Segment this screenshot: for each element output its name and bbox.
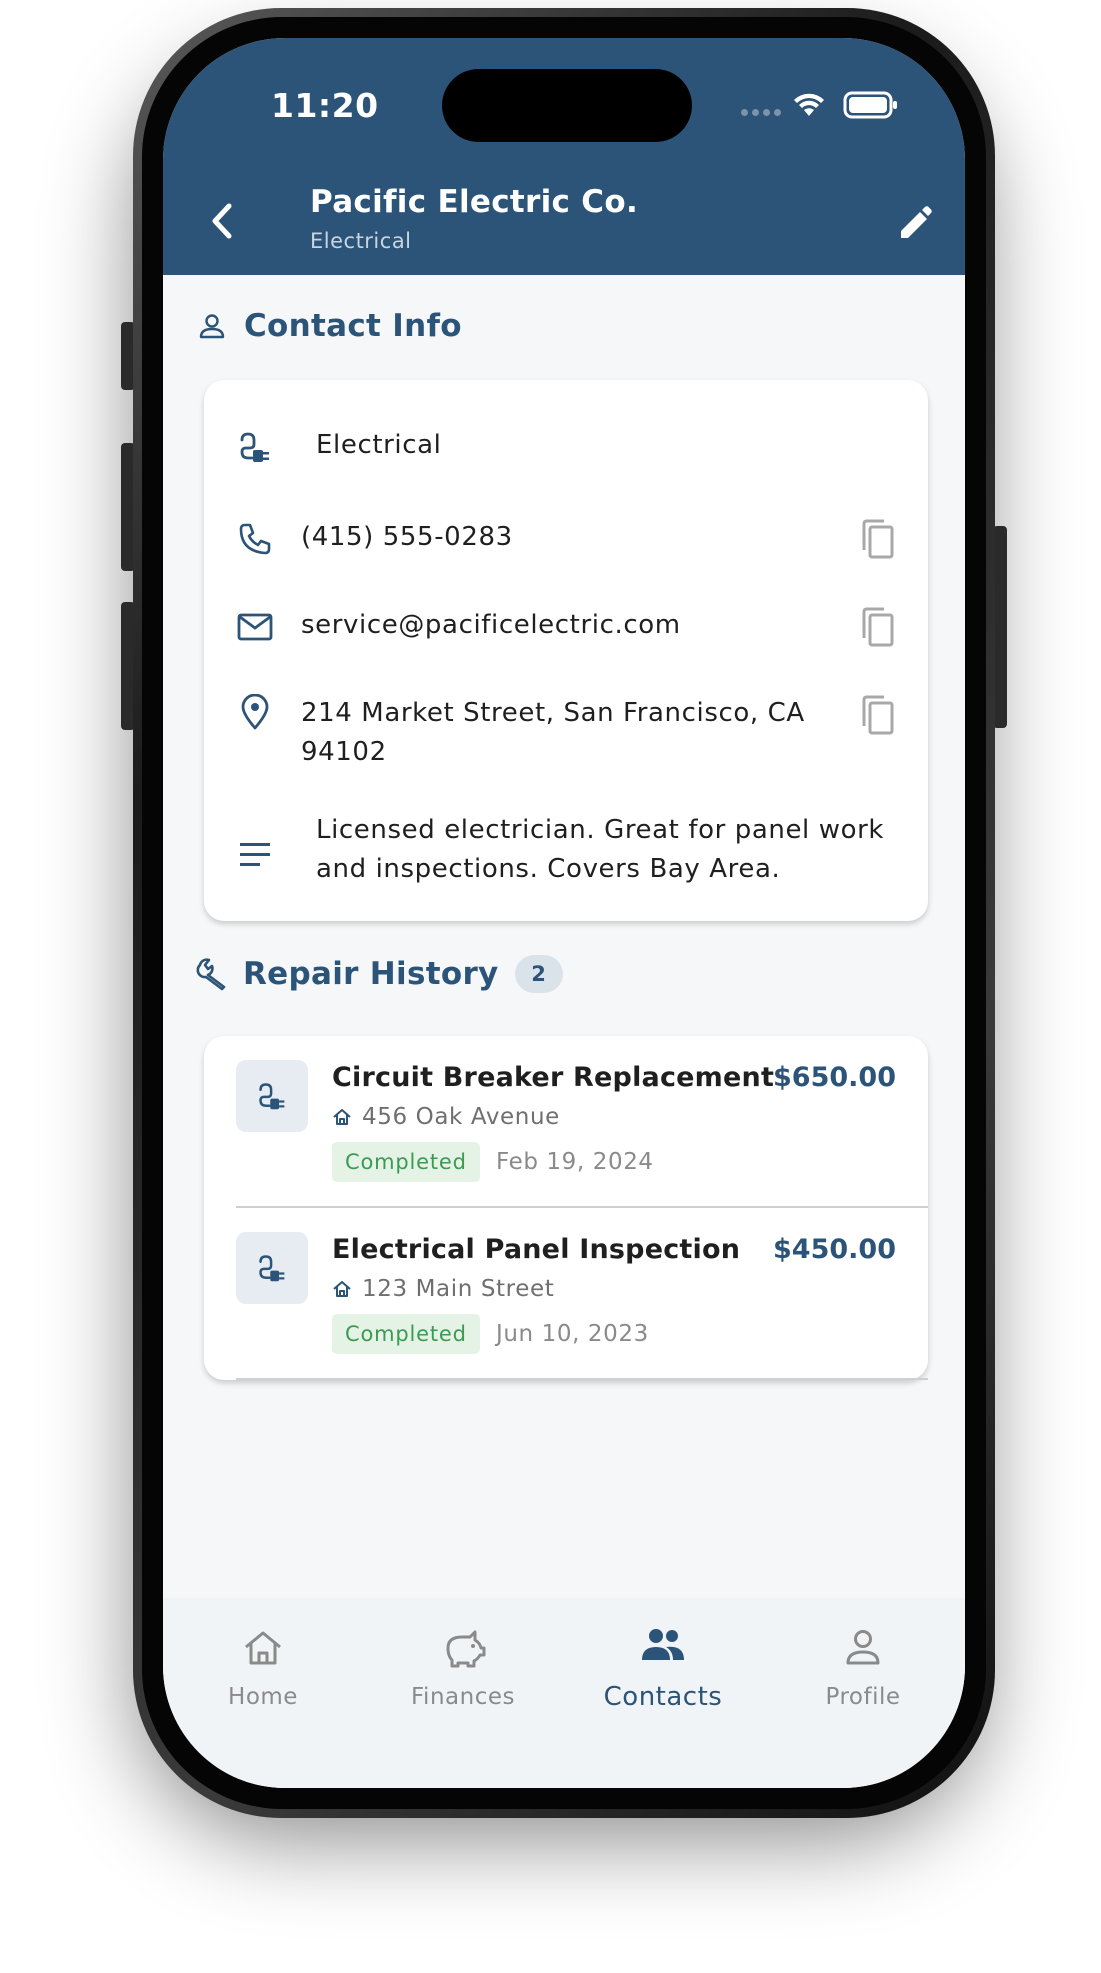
phone-icon [239,523,271,555]
notes-text: Licensed electrician. Great for panel wo… [316,811,906,889]
repair-title: Electrical Panel Inspection [332,1234,741,1265]
electrical-plug-icon [259,1255,285,1282]
app-screen: 11:20 Pacific Electric Co. Electrical Co… [163,38,965,1788]
status-time: 11:20 [271,86,379,125]
person-icon [846,1630,880,1665]
repair-price: $450.00 [773,1234,896,1265]
status-badge: Completed [332,1314,480,1354]
piggy-bank-icon [446,1630,486,1668]
location-pin-icon [241,694,269,730]
section-title: Repair History [243,956,499,992]
nav-home[interactable]: Home [163,1618,363,1728]
chevron-left-icon [212,203,232,239]
person-outline-icon [199,314,225,339]
copy-address-button[interactable] [858,694,898,738]
page-subtitle: Electrical [310,229,412,253]
page-title: Pacific Electric Co. [310,184,639,220]
wrench-icon [196,958,226,991]
notes-line-2: and inspections. Covers Bay Area. [316,854,781,884]
copy-icon [862,695,894,735]
nav-label: Home [228,1684,298,1710]
nav-contacts[interactable]: Contacts [563,1618,763,1728]
repair-item[interactable]: Circuit Breaker Replacement $650.00 456 … [204,1036,928,1208]
nav-profile[interactable]: Profile [763,1618,963,1728]
notes-icon [240,843,270,866]
signal-icon [741,109,781,116]
power-button [993,526,1007,728]
repair-item[interactable]: Electrical Panel Inspection $450.00 123 … [204,1208,928,1380]
home-icon [333,1281,351,1297]
back-button[interactable] [199,196,249,246]
nav-label: Contacts [603,1682,723,1712]
repair-date: Feb 19, 2024 [496,1149,654,1175]
app-header: 11:20 Pacific Electric Co. Electrical [163,38,965,275]
contact-info-header: Contact Info [196,308,462,344]
copy-icon [862,607,894,647]
contact-card: Electrical (415) 555-0283 service@pacifi… [204,380,928,921]
nav-label: Finances [411,1684,515,1710]
address-text[interactable]: 214 Market Street, San Francisco, CA 941… [301,694,841,772]
people-icon [642,1629,684,1660]
battery-icon [843,91,897,119]
divider [236,1378,928,1380]
nav-label: Profile [825,1684,901,1710]
dynamic-island [442,69,692,142]
repair-type-icon [236,1232,308,1304]
repair-title: Circuit Breaker Replacement [332,1062,775,1093]
nav-finances[interactable]: Finances [363,1618,563,1728]
notes-line-1: Licensed electrician. Great for panel wo… [316,815,885,845]
electrical-plug-icon [259,1083,285,1110]
copy-phone-button[interactable] [858,518,898,562]
email-icon [237,613,273,641]
wifi-icon [794,93,824,116]
repair-address: 456 Oak Avenue [332,1104,560,1130]
repair-history-card: Circuit Breaker Replacement $650.00 456 … [204,1036,928,1380]
bottom-navigation: Home Finances Contacts Profile [163,1598,965,1788]
home-icon [245,1631,281,1665]
phone-number[interactable]: (415) 555-0283 [301,518,513,557]
repair-type-icon [236,1060,308,1132]
home-icon [333,1109,351,1125]
edit-button[interactable] [890,198,940,248]
repair-address-text: 123 Main Street [362,1276,555,1302]
address-line-1: 214 Market Street, San Francisco, CA [301,698,805,728]
email-address[interactable]: service@pacificelectric.com [301,606,681,645]
category-text: Electrical [316,430,442,460]
section-title: Contact Info [244,308,462,344]
copy-icon [862,519,894,559]
electrical-plug-icon [240,432,269,462]
repair-price: $650.00 [773,1062,896,1093]
status-badge: Completed [332,1142,480,1182]
repair-address-text: 456 Oak Avenue [362,1104,560,1130]
repair-date: Jun 10, 2023 [496,1321,649,1347]
repair-history-header: Repair History 2 [195,955,563,993]
pencil-icon [901,206,932,238]
address-line-2: 94102 [301,737,387,767]
repair-address: 123 Main Street [332,1276,554,1302]
copy-email-button[interactable] [858,606,898,650]
repair-count-badge: 2 [514,955,563,993]
